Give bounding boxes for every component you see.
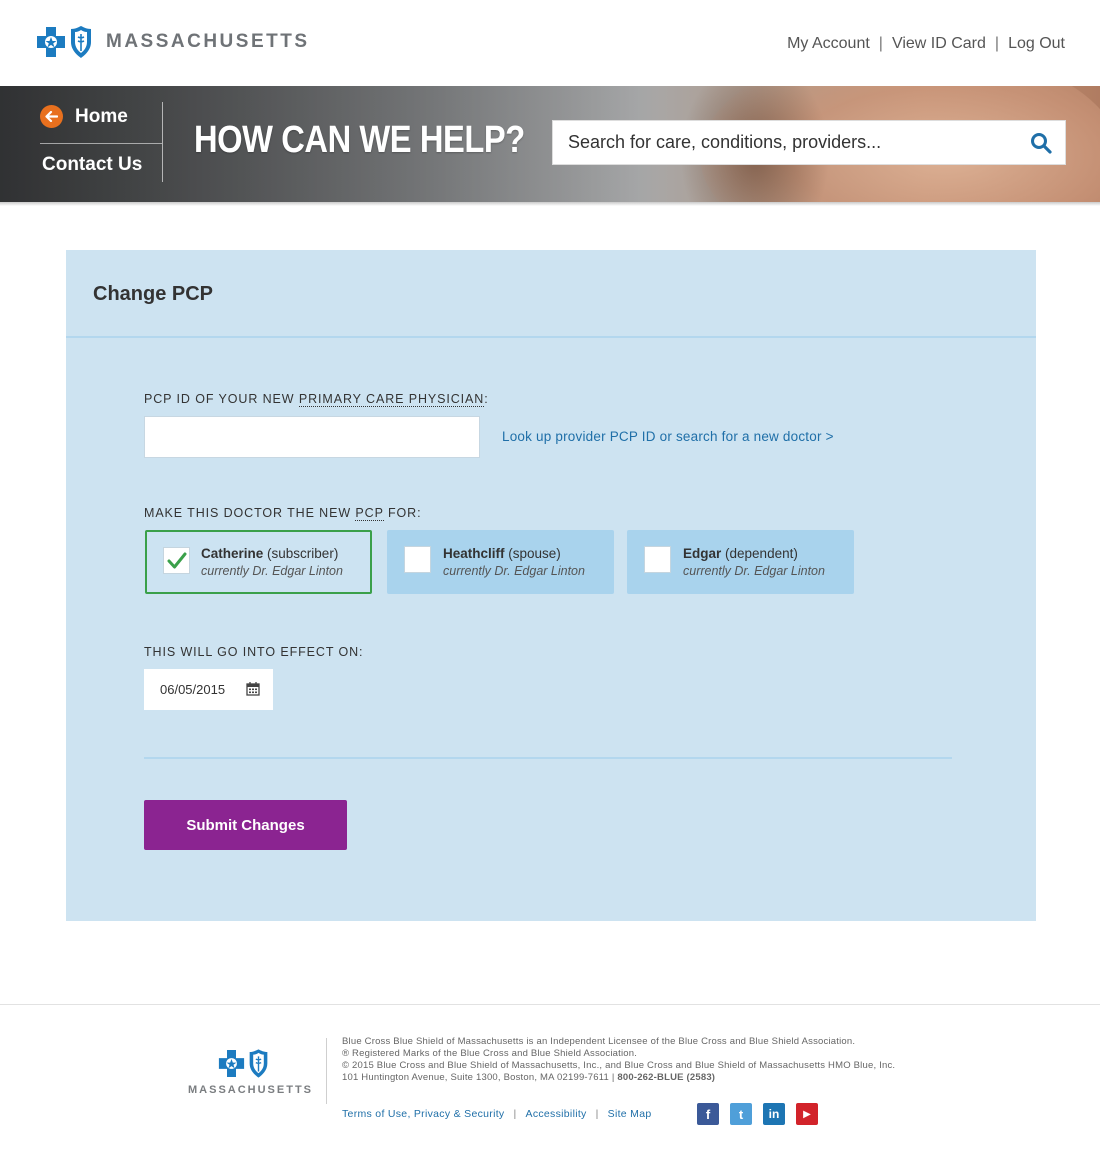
bcbs-logo-marks bbox=[36, 26, 94, 58]
hero-nav-divider bbox=[40, 143, 162, 144]
checkmark-icon bbox=[167, 552, 186, 568]
member-name-line: Heathcliff (spouse) bbox=[443, 546, 561, 561]
site-header: MASSACHUSETTS My Account | View ID Card … bbox=[0, 0, 1100, 86]
member-name: Heathcliff bbox=[443, 546, 505, 561]
footer-vertical-divider bbox=[326, 1038, 327, 1104]
pcp-id-label-colon: : bbox=[484, 392, 489, 406]
site-map-link[interactable]: Site Map bbox=[608, 1108, 652, 1120]
footer-link-separator: | bbox=[513, 1108, 517, 1120]
member-name-line: Edgar (dependent) bbox=[683, 546, 798, 561]
search-input[interactable] bbox=[553, 121, 1017, 164]
calendar-icon[interactable] bbox=[246, 682, 260, 701]
members-label: MAKE THIS DOCTOR THE NEW PCP FOR: bbox=[144, 506, 422, 521]
blue-shield-icon bbox=[71, 26, 91, 58]
pcp-id-label-text: PCP ID OF YOUR NEW bbox=[144, 392, 299, 406]
lookup-provider-link[interactable]: Look up provider PCP ID or search for a … bbox=[502, 429, 834, 444]
hero-shadow bbox=[0, 202, 1100, 206]
hero-vertical-divider bbox=[162, 102, 163, 182]
panel-header: Change PCP bbox=[66, 250, 1036, 338]
brand-wordmark: MASSACHUSETTS bbox=[106, 31, 310, 52]
member-current-pcp: currently Dr. Edgar Linton bbox=[443, 564, 585, 578]
members-label-text: MAKE THIS DOCTOR THE NEW bbox=[144, 506, 356, 520]
effective-date-field[interactable]: 06/05/2015 bbox=[144, 669, 273, 710]
blue-shield-icon bbox=[249, 1049, 268, 1078]
member-checkbox[interactable] bbox=[644, 546, 671, 573]
linkedin-icon[interactable]: in bbox=[763, 1103, 785, 1125]
member-name: Edgar bbox=[683, 546, 722, 561]
change-pcp-panel: Change PCP PCP ID OF YOUR NEW PRIMARY CA… bbox=[66, 250, 1036, 921]
legal-line: ® Registered Marks of the Blue Cross and… bbox=[342, 1048, 638, 1059]
youtube-icon[interactable]: ▶ bbox=[796, 1103, 818, 1125]
member-checkbox[interactable] bbox=[163, 547, 190, 574]
member-checkbox[interactable] bbox=[404, 546, 431, 573]
blue-cross-icon bbox=[218, 1050, 245, 1077]
form-divider bbox=[144, 757, 952, 759]
members-label-suffix: FOR: bbox=[383, 506, 422, 520]
footer-links: Terms of Use, Privacy & Security | Acces… bbox=[342, 1108, 651, 1120]
my-account-link[interactable]: My Account bbox=[787, 35, 870, 53]
back-arrow-icon bbox=[40, 105, 63, 128]
footer-legal-text: Blue Cross Blue Shield of Massachusetts … bbox=[342, 1036, 895, 1084]
address-text: 101 Huntington Avenue, Suite 1300, Bosto… bbox=[342, 1072, 618, 1083]
site-search bbox=[552, 120, 1066, 165]
submit-changes-button[interactable]: Submit Changes bbox=[144, 800, 347, 850]
member-role: (subscriber) bbox=[267, 546, 339, 561]
footer-logo-marks bbox=[218, 1049, 308, 1078]
member-name: Catherine bbox=[201, 546, 264, 561]
phone-number: 800-262-BLUE (2583) bbox=[617, 1072, 716, 1083]
member-current-pcp: currently Dr. Edgar Linton bbox=[201, 564, 343, 578]
nav-separator: | bbox=[994, 35, 1000, 52]
search-icon[interactable] bbox=[1017, 121, 1065, 164]
pcp-id-label: PCP ID OF YOUR NEW PRIMARY CARE PHYSICIA… bbox=[144, 392, 489, 407]
hero-title: HOW CAN WE HELP? bbox=[194, 119, 525, 161]
member-name-line: Catherine (subscriber) bbox=[201, 546, 338, 561]
member-option-heathcliff[interactable]: Heathcliff (spouse) currently Dr. Edgar … bbox=[387, 530, 614, 594]
twitter-icon[interactable]: t bbox=[730, 1103, 752, 1125]
terms-privacy-link[interactable]: Terms of Use, Privacy & Security bbox=[342, 1108, 504, 1120]
brand-logo[interactable]: MASSACHUSETTS bbox=[36, 26, 310, 58]
footer-link-separator: | bbox=[595, 1108, 599, 1120]
member-option-catherine[interactable]: Catherine (subscriber) currently Dr. Edg… bbox=[145, 530, 372, 594]
effective-date-label: THIS WILL GO INTO EFFECT ON: bbox=[144, 645, 364, 659]
legal-line: © 2015 Blue Cross and Blue Shield of Mas… bbox=[342, 1060, 896, 1071]
footer-divider bbox=[0, 1004, 1100, 1005]
pcp-id-input[interactable] bbox=[144, 416, 480, 458]
member-role: (dependent) bbox=[725, 546, 798, 561]
page-title: Change PCP bbox=[93, 283, 214, 305]
nav-separator: | bbox=[878, 35, 883, 52]
log-out-link[interactable]: Log Out bbox=[1008, 35, 1065, 53]
pcp-abbr: PCP bbox=[355, 506, 384, 521]
member-role: (spouse) bbox=[508, 546, 561, 561]
account-nav: My Account | View ID Card | Log Out bbox=[787, 35, 1065, 53]
footer-logo: MASSACHUSETTS bbox=[188, 1049, 314, 1096]
effective-date-value: 06/05/2015 bbox=[160, 682, 226, 697]
member-current-pcp: currently Dr. Edgar Linton bbox=[683, 564, 825, 578]
contact-us-link[interactable]: Contact Us bbox=[42, 154, 142, 176]
legal-line: Blue Cross Blue Shield of Massachusetts … bbox=[342, 1036, 856, 1047]
pcp-abbr: PRIMARY CARE PHYSICIAN bbox=[298, 392, 485, 407]
accessibility-link[interactable]: Accessibility bbox=[526, 1108, 587, 1120]
facebook-icon[interactable]: f bbox=[697, 1103, 719, 1125]
home-link-label: Home bbox=[75, 105, 128, 127]
view-id-card-link[interactable]: View ID Card bbox=[892, 35, 986, 53]
home-link[interactable]: Home bbox=[40, 105, 128, 128]
member-option-edgar[interactable]: Edgar (dependent) currently Dr. Edgar Li… bbox=[627, 530, 854, 594]
social-links: f t in ▶ bbox=[697, 1103, 818, 1125]
footer-wordmark: MASSACHUSETTS bbox=[188, 1084, 314, 1096]
blue-cross-icon bbox=[37, 27, 65, 57]
address-line: 101 Huntington Avenue, Suite 1300, Bosto… bbox=[342, 1072, 895, 1084]
